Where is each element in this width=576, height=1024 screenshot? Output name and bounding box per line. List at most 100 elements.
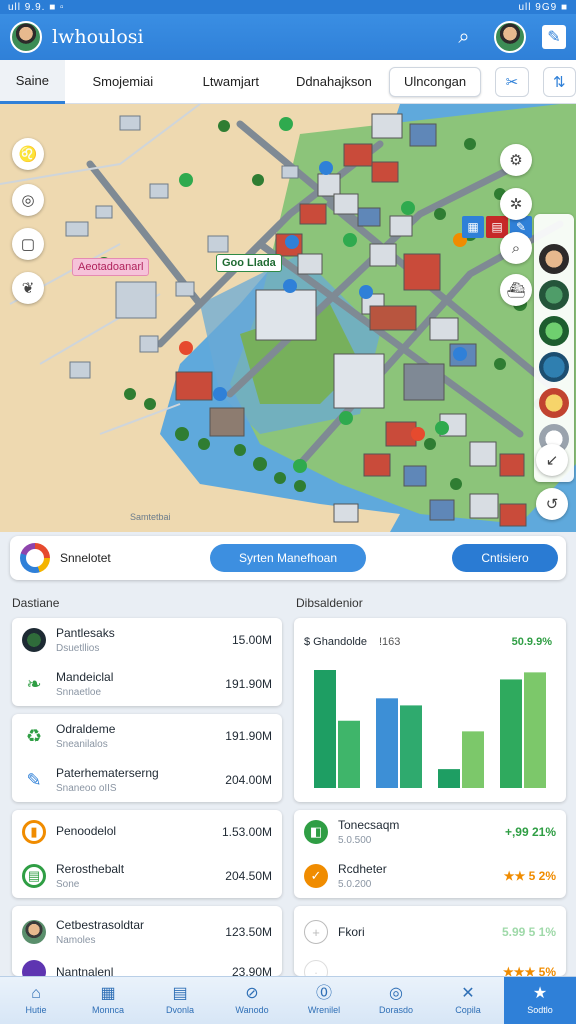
nav-dvonla[interactable]: ▤ Dvonla [144,977,216,1024]
list-item[interactable]: ◧ Tonecsaqm 5.0.500 +,99 21% [294,810,566,854]
nav-home[interactable]: ⌂ Hutie [0,977,72,1024]
chart-bar [314,670,336,788]
nav-monnca[interactable]: ▦ Monnca [72,977,144,1024]
item-value: 191.90M [225,677,272,691]
item-name: Pantlesaks [56,626,115,640]
status-right: ull 9G9 ■ [518,1,568,13]
left-card-4: Cetbestrasoldtar Namoles 123.50M Nantnale… [12,906,282,976]
compass-icon[interactable]: ↙ [536,444,568,476]
thumb-water-icon[interactable] [539,352,569,382]
orange-ring-icon: ▮ [22,820,46,844]
map-label-poi[interactable]: Aeotadoanarl [72,258,150,276]
target-icon[interactable]: ◎ [12,184,44,216]
item-value: 5.99 5 1% [501,925,556,939]
item-value: 23.90M [231,965,272,976]
right-section-title: Dibsaldenior [296,596,363,610]
zoom-icon[interactable]: ⌕ [500,232,532,264]
left-card-3: ▮ Penoodelol 1.53.00M ▤ Rerosthebalt Sone… [12,810,282,898]
item-name: Penoodelol [56,823,117,838]
compass-icon: ⊘ [245,985,259,1002]
item-name: Odraldeme [56,722,116,736]
chart-bar [376,698,398,788]
tab-smojemiai[interactable]: Smojemiai [69,60,177,104]
list-item[interactable]: ▮ Penoodelol 1.53.00M [12,810,282,854]
tools-icon: ✕ [461,985,475,1002]
nav-dorasdo[interactable]: ◎ Dorasdo [360,977,432,1024]
food-icon[interactable]: ❦ [12,272,44,304]
item-sub: Dsuetllios [56,643,100,654]
chart-bar [462,731,484,788]
list-item[interactable]: ▤ Rerosthebalt Sone 204.50M [12,854,282,898]
rotate-icon[interactable]: ↺ [536,488,568,520]
tab-ddnahajkson[interactable]: Ddnahajkson [285,60,383,104]
chart-bar [400,705,422,788]
item-name: Tonecsaqm [338,818,400,832]
nav-wrenilel[interactable]: ⓪ Wrenilel [288,977,360,1024]
settings-icon[interactable]: ✲ [500,188,532,220]
orange-star-icon: · [304,960,328,976]
chart-bar [338,720,360,788]
item-name: Fkori [338,925,365,939]
list-item[interactable]: Cetbestrasoldtar Namoles 123.50M [12,910,282,954]
list-item[interactable]: ❧ Mandeiclal Snnaetloe 191.90M [12,662,282,706]
grid-icon: ▦ [100,985,116,1002]
search-icon[interactable]: ⌕ [450,23,478,51]
thumb-park-icon[interactable] [539,280,569,310]
nav-label: Wrenilel [307,1005,341,1015]
list-icon: ▤ [172,985,188,1002]
landscape-icon [22,628,46,652]
gear-icon[interactable]: ⚙ [500,144,532,176]
item-name: Cetbestrasoldtar [56,918,145,932]
thumb-food-icon[interactable] [539,388,569,418]
mode-red-icon[interactable]: ▤ [486,216,508,238]
item-value: 191.90M [225,729,272,743]
city-map[interactable]: Aeotadoanarl Goo Llada ♌ ◎ ▢ ❦ ▦ ▤ ✎ ⚙ ✲… [0,104,576,532]
tab-ltwamjart[interactable]: Ltwamjart [177,60,285,104]
system-button[interactable]: Syrten Manefhoan [210,544,366,572]
nav-label: Monnca [91,1005,125,1015]
list-item[interactable]: ♻ Odraldeme Sneanilalos 191.90M [12,714,282,758]
nav-label: Hutie [25,1005,47,1015]
item-sub: Namoles [56,935,96,946]
list-item[interactable]: · ★★★ 5% [294,950,566,976]
item-value: 123.50M [225,925,272,939]
bar-chart [314,670,546,788]
brand-logo-icon [20,543,50,573]
avatar[interactable] [10,21,42,53]
list-item[interactable]: Nantnalenl 23.90M [12,950,282,976]
boat-icon[interactable]: ⛴ [500,274,532,306]
map-label-district[interactable]: Goo Llada [216,254,282,272]
continue-button[interactable]: Cntisiero [452,544,558,572]
item-sub: Sneanilalos [56,739,108,750]
thumb-tree-icon[interactable] [539,316,569,346]
list-item[interactable]: ✎ Paterhematerserng Snaneoo oIIS 204.00M [12,758,282,802]
home-icon: ⌂ [31,985,41,1002]
layers-icon[interactable]: ⇅ [542,66,576,97]
nav-copila[interactable]: ✕ Copila [432,977,504,1024]
item-value: 1.53.00M [221,825,272,839]
item-value: ★★★ 5% [503,965,556,976]
purple-dot-icon [22,960,46,976]
thumb-person-icon[interactable] [539,244,569,274]
edit-icon[interactable]: ✎ [542,25,566,49]
mode-grid-icon[interactable]: ▦ [462,216,484,238]
item-sub: Snaneoo oIIS [56,783,117,794]
lion-icon[interactable]: ♌ [12,138,44,170]
list-item[interactable]: + Fkori 5.99 5 1% [294,910,566,954]
nav-wanodo[interactable]: ⊘ Wanodo [216,977,288,1024]
nav-sodtlo[interactable]: ★ Sodtlo [504,977,576,1024]
tab-saine[interactable]: Saine [0,59,65,104]
recycle-icon: ♻ [25,725,43,746]
item-name: Paterhematerserng [56,766,159,780]
item-value: 15.00M [231,633,272,647]
tools-icon[interactable]: ✂ [495,66,529,97]
list-item[interactable]: Pantlesaks Dsuetllios 15.00M [12,618,282,662]
left-card-2: ♻ Odraldeme Sneanilalos 191.90M ✎ Paterhe… [12,714,282,802]
square-icon[interactable]: ▢ [12,228,44,260]
tab-ulncongan[interactable]: Ulncongan [388,66,482,97]
right-card-2: + Fkori 5.99 5 1% · ★★★ 5% [294,906,566,976]
profile-avatar[interactable] [494,21,526,53]
nav-label: Wanodo [235,1005,269,1015]
app-title: lwhoulosi [52,26,144,48]
list-item[interactable]: ✓ Rcdheter 5.0.200 ★★ 5 2% [294,854,566,898]
